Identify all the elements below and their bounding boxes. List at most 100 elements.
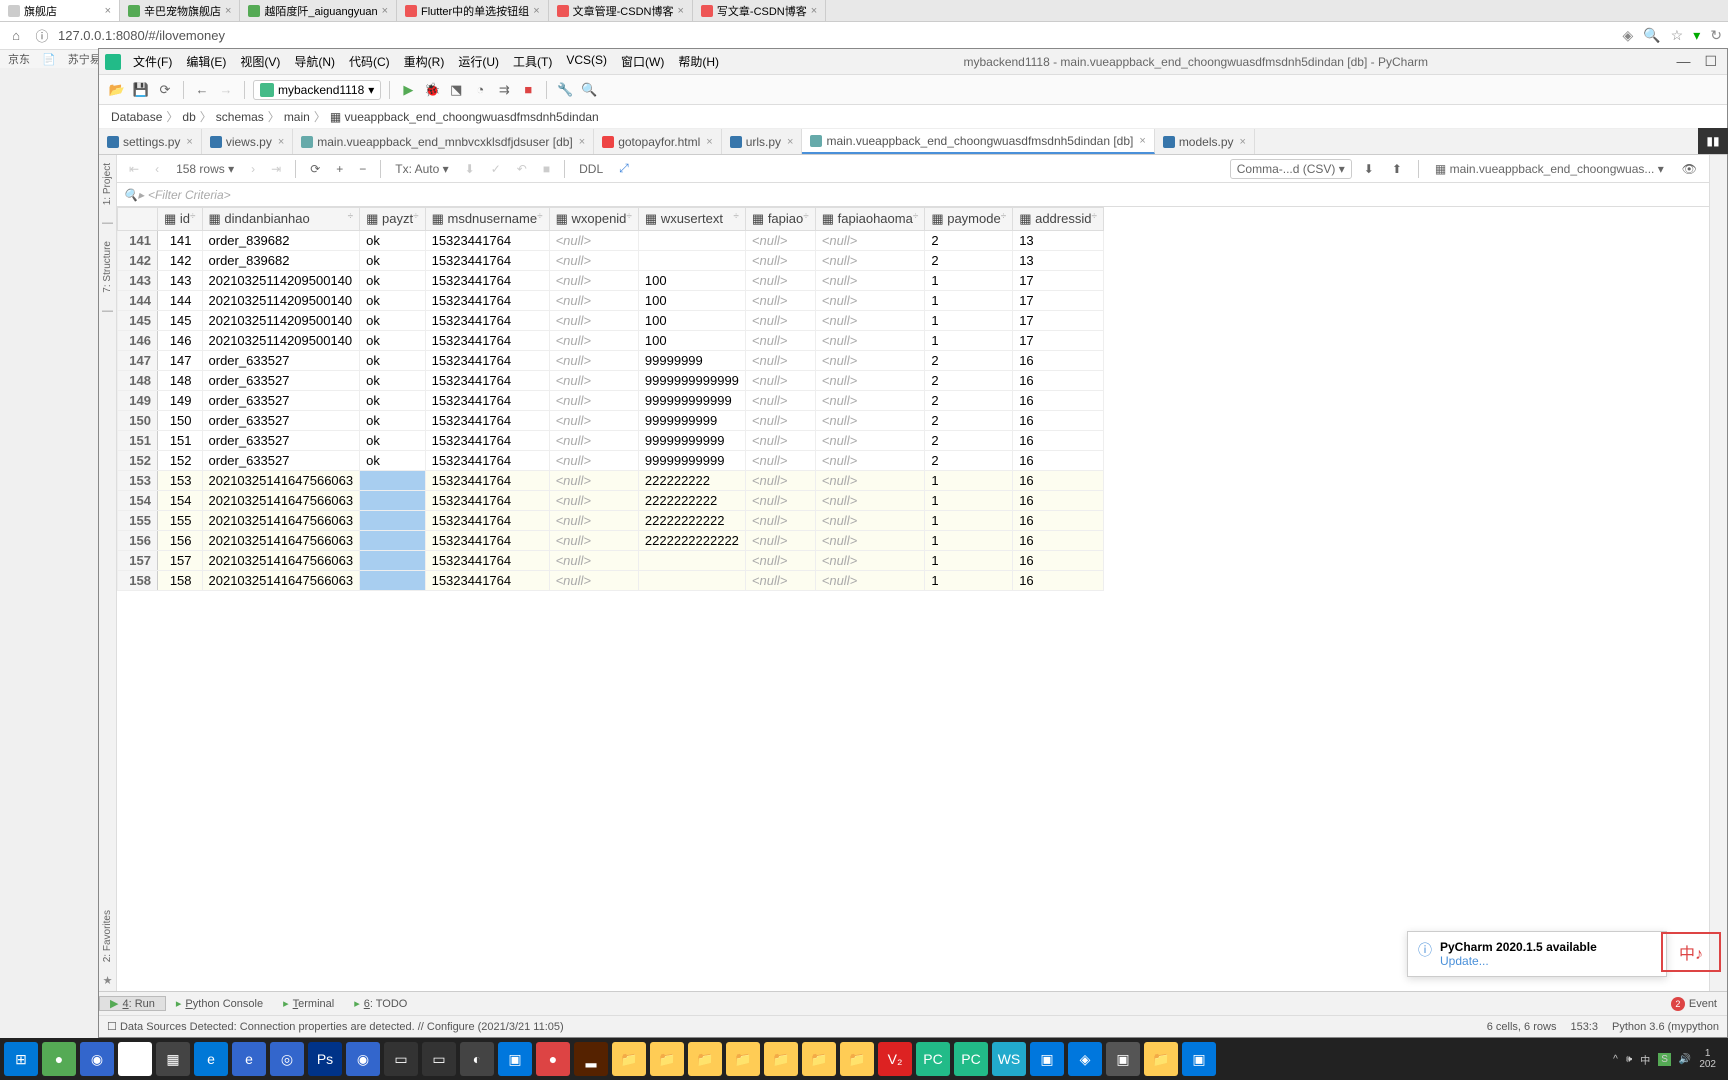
cell[interactable]: 155 xyxy=(158,511,203,531)
cell[interactable]: 1 xyxy=(925,511,1013,531)
taskbar-app[interactable]: V₂ xyxy=(878,1042,912,1076)
cell[interactable]: <null> xyxy=(745,571,815,591)
cell[interactable]: order_633527 xyxy=(202,391,360,411)
cell[interactable]: <null> xyxy=(745,551,815,571)
editor-tab[interactable]: main.vueappback_end_choongwuasdfmsdnh5di… xyxy=(802,129,1154,154)
taskbar-folder[interactable]: 📁 xyxy=(650,1042,684,1076)
row-number[interactable]: 151 xyxy=(118,431,158,451)
cell[interactable]: <null> xyxy=(745,371,815,391)
cell[interactable]: <null> xyxy=(549,331,638,351)
taskbar-pycharm[interactable]: PC xyxy=(916,1042,950,1076)
cell[interactable]: 16 xyxy=(1013,571,1104,591)
cell[interactable]: <null> xyxy=(549,411,638,431)
structure-collapse-icon[interactable]: — xyxy=(102,301,113,321)
cell[interactable]: <null> xyxy=(745,511,815,531)
taskbar-app[interactable]: ▣ xyxy=(498,1042,532,1076)
close-icon[interactable]: × xyxy=(105,5,111,17)
add-row-icon[interactable]: + xyxy=(330,160,349,178)
remove-row-icon[interactable]: − xyxy=(353,160,372,178)
cell[interactable]: 151 xyxy=(158,431,203,451)
cell[interactable]: 2 xyxy=(925,371,1013,391)
concurrency-icon[interactable]: ⇉ xyxy=(494,80,514,100)
cell[interactable]: 100 xyxy=(638,311,745,331)
cell[interactable]: <null> xyxy=(815,291,925,311)
cell[interactable]: order_633527 xyxy=(202,371,360,391)
taskbar-pycharm[interactable]: PC xyxy=(954,1042,988,1076)
project-tab[interactable]: 1: Project xyxy=(102,155,113,213)
cell[interactable]: 142 xyxy=(158,251,203,271)
taskbar-terminal[interactable]: ▭ xyxy=(422,1042,456,1076)
column-header[interactable]: ▦ wxusertext÷ xyxy=(638,208,745,231)
row-number[interactable]: 141 xyxy=(118,231,158,251)
cell[interactable]: 15323441764 xyxy=(425,331,549,351)
column-header[interactable]: ▦ fapiaohaoma÷ xyxy=(815,208,925,231)
run-config-selector[interactable]: mybackend1118 ▾ xyxy=(253,80,381,100)
column-header[interactable]: ▦ dindanbianhao÷ xyxy=(202,208,360,231)
cell[interactable]: 2 xyxy=(925,251,1013,271)
tx-mode[interactable]: Tx: Auto ▾ xyxy=(389,160,454,178)
cell[interactable]: <null> xyxy=(745,311,815,331)
cell[interactable]: <null> xyxy=(815,471,925,491)
taskbar-app[interactable]: ● xyxy=(42,1042,76,1076)
cell[interactable]: <null> xyxy=(815,271,925,291)
event-log-tab[interactable]: 2 Event xyxy=(1661,997,1727,1011)
cell[interactable]: order_839682 xyxy=(202,251,360,271)
cell[interactable]: 16 xyxy=(1013,451,1104,471)
prev-page-icon[interactable]: ‹ xyxy=(149,160,165,178)
cell[interactable]: <null> xyxy=(815,231,925,251)
row-number[interactable]: 143 xyxy=(118,271,158,291)
table-row[interactable]: 146 146 20210325114209500140 ok 15323441… xyxy=(118,331,1104,351)
table-row[interactable]: 151 151 order_633527 ok 15323441764 <nul… xyxy=(118,431,1104,451)
info-icon[interactable]: ⓘ xyxy=(32,26,52,46)
view-icon[interactable]: ◈ xyxy=(1622,27,1633,44)
cell[interactable]: 146 xyxy=(158,331,203,351)
system-tray[interactable]: ^🕪中S🔊 1 202 xyxy=(1613,1048,1724,1070)
row-number[interactable]: 148 xyxy=(118,371,158,391)
update-link[interactable]: Update... xyxy=(1440,954,1597,968)
close-icon[interactable]: × xyxy=(186,136,192,148)
cell[interactable]: 100 xyxy=(638,271,745,291)
cell[interactable]: 157 xyxy=(158,551,203,571)
close-icon[interactable]: × xyxy=(811,5,817,17)
table-row[interactable]: 148 148 order_633527 ok 15323441764 <nul… xyxy=(118,371,1104,391)
cell[interactable]: <null> xyxy=(549,311,638,331)
menu-item[interactable]: 文件(F) xyxy=(127,51,178,72)
editor-tab[interactable]: gotopayfor.html× xyxy=(594,129,722,154)
table-row[interactable]: 142 142 order_839682 ok 15323441764 <nul… xyxy=(118,251,1104,271)
cell[interactable]: 15323441764 xyxy=(425,311,549,331)
cancel-icon[interactable]: ■ xyxy=(537,160,556,178)
cell[interactable]: 2 xyxy=(925,411,1013,431)
cell[interactable]: order_839682 xyxy=(202,231,360,251)
cell[interactable]: <null> xyxy=(815,371,925,391)
minimize-icon[interactable]: — xyxy=(1676,53,1690,70)
row-number[interactable]: 157 xyxy=(118,551,158,571)
url-input[interactable]: 127.0.0.1:8080/#/ilovemoney xyxy=(58,28,1616,43)
cell[interactable]: 1 xyxy=(925,471,1013,491)
cell[interactable]: <null> xyxy=(745,351,815,371)
db-path[interactable]: ▦ main.vueappback_end_choongwuas... ▾ xyxy=(1429,160,1670,178)
cell[interactable] xyxy=(638,251,745,271)
row-number[interactable]: 154 xyxy=(118,491,158,511)
cell[interactable]: 20210325114209500140 xyxy=(202,331,360,351)
cell[interactable]: <null> xyxy=(745,231,815,251)
taskbar-app[interactable]: ◎ xyxy=(270,1042,304,1076)
taskbar-photoshop[interactable]: Ps xyxy=(308,1042,342,1076)
close-icon[interactable]: × xyxy=(677,5,683,17)
taskbar-folder[interactable]: 📁 xyxy=(726,1042,760,1076)
cell[interactable]: <null> xyxy=(815,311,925,331)
cell[interactable]: <null> xyxy=(815,531,925,551)
cell[interactable]: 17 xyxy=(1013,331,1104,351)
cell[interactable]: <null> xyxy=(549,511,638,531)
close-icon[interactable]: × xyxy=(706,136,712,148)
cell[interactable]: <null> xyxy=(549,251,638,271)
table-row[interactable]: 153 153 20210325141647566063 15323441764… xyxy=(118,471,1104,491)
table-row[interactable]: 141 141 order_839682 ok 15323441764 <nul… xyxy=(118,231,1104,251)
bookmark-icon[interactable]: ☆ xyxy=(1671,27,1684,44)
bottom-tab[interactable]: ▸Terminal xyxy=(273,997,344,1010)
taskbar-app[interactable]: ● xyxy=(536,1042,570,1076)
cell[interactable]: <null> xyxy=(745,271,815,291)
taskbar-app[interactable]: ◉ xyxy=(80,1042,114,1076)
taskbar-app[interactable]: ◉ xyxy=(346,1042,380,1076)
first-page-icon[interactable]: ⇤ xyxy=(123,160,145,178)
row-number[interactable]: 152 xyxy=(118,451,158,471)
